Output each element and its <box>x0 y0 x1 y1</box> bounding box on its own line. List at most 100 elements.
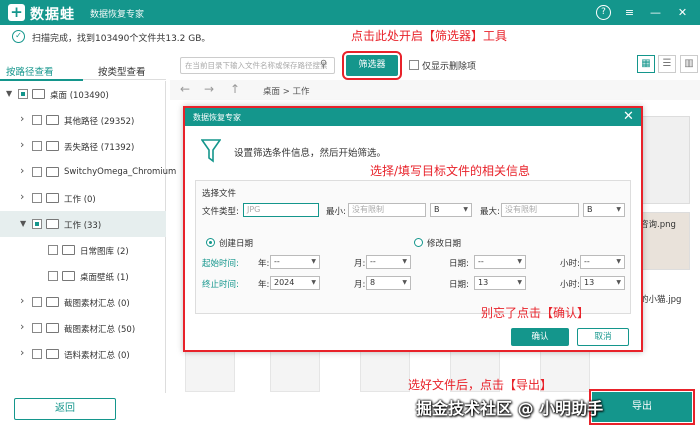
sidebar-tree-item[interactable]: 日常图库 (2) <box>0 237 166 263</box>
tree-item-checkbox[interactable] <box>32 167 42 177</box>
close-window-icon[interactable]: ✕ <box>675 5 690 20</box>
tree-item-checkbox[interactable] <box>18 89 28 99</box>
filter-form: 选择文件 文件类型: JPG 最小: 没有限制 B 最大: 没有限制 B 创建日… <box>195 180 631 314</box>
folder-icon <box>62 271 75 281</box>
end-time-label: 终止时间: <box>202 280 239 290</box>
sidebar-tree-item[interactable]: ▼ 工作 (33) <box>0 211 166 237</box>
export-button[interactable]: 导出 <box>589 389 695 425</box>
sidebar-tree-item[interactable]: 桌面壁纸 (1) <box>0 263 166 289</box>
menu-icon[interactable]: ≡ <box>622 5 637 20</box>
start-year-select[interactable]: -- <box>270 255 320 269</box>
nav-up-icon[interactable]: ↑ <box>230 82 240 96</box>
max-size-unit-select[interactable]: B <box>583 203 625 217</box>
tree-item-checkbox[interactable] <box>32 141 42 151</box>
nav-back-icon[interactable]: ← <box>180 82 190 96</box>
search-icon[interactable]: ⚲ <box>320 59 327 70</box>
back-button[interactable]: 返回 <box>14 398 116 420</box>
detail-view-icon[interactable]: ▥ <box>680 55 698 73</box>
sidebar-tree-item[interactable]: › 截图素材汇总 (0) <box>0 289 166 315</box>
tree-item-checkbox[interactable] <box>48 245 58 255</box>
sidebar-tree-item[interactable]: › 工作 (0) <box>0 185 166 211</box>
sidebar-tree-item[interactable]: › SwitchyOmega_Chromium <box>0 159 176 185</box>
end-year-select[interactable]: 2024 <box>270 276 320 290</box>
deleted-only-label: 仅显示删除项 <box>422 62 477 72</box>
chevron-down-icon[interactable]: ▼ <box>20 219 26 228</box>
tree-item-label: 工作 (0) <box>64 195 96 205</box>
filter-button[interactable]: 筛选器 <box>342 51 402 80</box>
dialog-close-icon[interactable]: ✕ <box>623 109 634 124</box>
minimize-icon[interactable]: — <box>648 5 663 20</box>
max-size-label: 最大: <box>480 207 500 217</box>
folder-icon <box>46 219 59 229</box>
tree-item-checkbox[interactable] <box>32 297 42 307</box>
folder-icon <box>46 141 59 151</box>
breadcrumb: 桌面 > 工作 <box>263 87 310 97</box>
sidebar-tree-item[interactable]: › 丢失路径 (71392) <box>0 133 166 159</box>
end-month-select[interactable]: 8 <box>366 276 411 290</box>
watermark: 掘金技术社区 @ 小明助手 <box>416 399 604 418</box>
chevron-right-icon[interactable]: › <box>20 320 24 333</box>
sidebar-tree-item[interactable]: › 截图素材汇总 (50) <box>0 315 166 341</box>
end-day-select[interactable]: 13 <box>474 276 526 290</box>
app-name: 数据蛙 <box>30 7 75 23</box>
file-name: 咨询.png <box>640 220 676 230</box>
nav-forward-icon[interactable]: → <box>204 82 214 96</box>
file-name: 的小猫.jpg <box>640 295 682 305</box>
deleted-only-checkbox[interactable] <box>409 60 419 70</box>
chevron-right-icon[interactable]: › <box>20 294 24 307</box>
sidebar-tree-item[interactable]: › 其他路径 (29352) <box>0 107 166 133</box>
cancel-button[interactable]: 取消 <box>577 328 629 346</box>
help-icon[interactable]: ? <box>596 5 611 20</box>
tree-item-label: 截图素材汇总 (0) <box>64 299 130 309</box>
dialog-title: 数据恢复专家 <box>193 113 241 122</box>
grid-view-icon[interactable]: ▦ <box>637 55 655 73</box>
month-label: 月: <box>354 280 366 290</box>
scan-complete-check-icon: ✓ <box>12 30 25 43</box>
file-thumbnail[interactable] <box>360 350 410 392</box>
tab-by-type[interactable]: 按类型查看 <box>98 64 146 78</box>
chevron-right-icon[interactable]: › <box>20 190 24 203</box>
hour-label: 小时: <box>560 259 580 269</box>
funnel-icon <box>201 139 221 163</box>
chevron-right-icon[interactable]: › <box>20 112 24 125</box>
title-bar: + 数据蛙 数据恢复专家 ? ≡ — ✕ <box>0 0 700 25</box>
confirm-button[interactable]: 确认 <box>511 328 569 346</box>
chevron-down-icon[interactable]: ▼ <box>6 89 12 98</box>
folder-icon <box>46 297 59 307</box>
tree-item-checkbox[interactable] <box>32 349 42 359</box>
sidebar-tree-item[interactable]: ▼ 桌面 (103490) <box>0 81 166 107</box>
tree-item-checkbox[interactable] <box>32 193 42 203</box>
start-day-select[interactable]: -- <box>474 255 526 269</box>
file-type-input[interactable]: JPG <box>243 203 319 217</box>
tree-item-label: SwitchyOmega_Chromium <box>64 167 177 177</box>
modify-date-radio[interactable] <box>414 238 423 247</box>
tree-item-checkbox[interactable] <box>32 323 42 333</box>
chevron-right-icon[interactable]: › <box>20 138 24 151</box>
min-size-unit-select[interactable]: B <box>430 203 472 217</box>
tree-item-checkbox[interactable] <box>48 271 58 281</box>
tree-item-checkbox[interactable] <box>32 115 42 125</box>
tree-item-label: 语料素材汇总 (0) <box>64 351 130 361</box>
folder-icon <box>46 323 59 333</box>
dialog-intro: 设置筛选条件信息，然后开始筛选。 <box>234 148 387 159</box>
create-date-radio[interactable] <box>206 238 215 247</box>
file-thumbnail[interactable] <box>640 116 690 204</box>
month-label: 月: <box>354 259 366 269</box>
app-logo-icon: + <box>8 4 25 21</box>
end-hour-select[interactable]: 13 <box>580 276 625 290</box>
file-thumbnail[interactable] <box>185 350 235 392</box>
chevron-right-icon[interactable]: › <box>20 164 24 177</box>
start-month-select[interactable]: -- <box>366 255 411 269</box>
min-size-input[interactable]: 没有限制 <box>348 203 426 217</box>
chevron-right-icon[interactable]: › <box>20 346 24 359</box>
tab-by-path[interactable]: 按路径查看 <box>6 64 54 78</box>
list-view-icon[interactable]: ☰ <box>658 55 676 73</box>
file-thumbnail[interactable] <box>270 350 320 392</box>
search-input[interactable]: 在当前目录下输入文件名称或保存路径搜索 <box>180 57 335 74</box>
tree-item-label: 桌面壁纸 (1) <box>80 273 129 283</box>
day-label: 日期: <box>449 280 469 290</box>
sidebar-tree-item[interactable]: › 语料素材汇总 (0) <box>0 341 166 367</box>
start-hour-select[interactable]: -- <box>580 255 625 269</box>
max-size-input[interactable]: 没有限制 <box>501 203 579 217</box>
tree-item-checkbox[interactable] <box>32 219 42 229</box>
